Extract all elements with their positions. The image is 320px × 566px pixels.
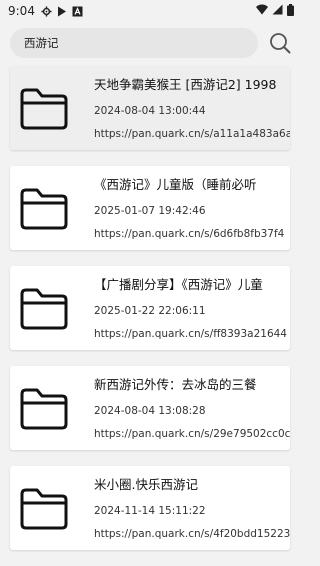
battery-icon bbox=[287, 3, 294, 19]
wifi-icon bbox=[256, 4, 268, 18]
folder-icon bbox=[18, 286, 70, 330]
folder-icon bbox=[18, 486, 70, 530]
result-list: 天地争霸美猴王 [西游记2] 1998 2024-08-04 13:00:44 ht… bbox=[10, 66, 290, 566]
result-item[interactable]: 米小圈.快乐西游记 2024-11-14 15:11:22 https://pan.… bbox=[10, 466, 290, 550]
result-date: 2024-08-04 13:08:28 bbox=[94, 405, 206, 417]
result-info: 米小圈.快乐西游记 2024-11-14 15:11:22 https://pan.… bbox=[94, 476, 290, 541]
folder-icon bbox=[18, 186, 70, 230]
font-a-icon bbox=[72, 6, 83, 17]
result-date: 2024-08-04 13:00:44 bbox=[94, 105, 206, 117]
search-icon bbox=[270, 33, 291, 54]
result-item[interactable]: 天地争霸美猴王 [西游记2] 1998 2024-08-04 13:00:44 ht… bbox=[10, 66, 290, 150]
result-item[interactable]: 《西游记》儿童版（睡前必听 2025-01-07 19:42:46 https://… bbox=[10, 166, 290, 250]
result-link[interactable]: https://pan.quark.cn/s/a11a1a483a6a bbox=[94, 127, 290, 141]
result-item[interactable]: 【广播剧分享】《西游记》儿童 2025-01-22 22:06:11 https:/… bbox=[10, 266, 290, 350]
result-link[interactable]: https://pan.quark.cn/s/4f20bdd15223 bbox=[94, 527, 290, 541]
status-bar: 9:04 bbox=[0, 0, 300, 22]
result-info: 天地争霸美猴王 [西游记2] 1998 2024-08-04 13:00:44 ht… bbox=[94, 76, 290, 141]
search-input-value: 西游记 bbox=[24, 36, 59, 50]
search-row: 西游记 bbox=[10, 28, 292, 58]
result-item[interactable]: 新西游记外传：去冰岛的三餐 2024-08-04 13:08:28 https://… bbox=[10, 366, 290, 450]
gear-icon bbox=[41, 5, 52, 17]
result-link[interactable]: https://pan.quark.cn/s/29e79502cc0c bbox=[94, 427, 290, 441]
play-icon bbox=[57, 6, 67, 17]
signal-icon bbox=[272, 4, 283, 18]
result-title: 新西游记外传：去冰岛的三餐 bbox=[94, 377, 257, 392]
result-title: 《西游记》儿童版（睡前必听 bbox=[94, 177, 257, 192]
result-date: 2025-01-22 22:06:11 bbox=[94, 305, 206, 317]
result-title: 天地争霸美猴王 [西游记2] 1998 bbox=[94, 77, 277, 92]
search-input[interactable]: 西游记 bbox=[10, 28, 258, 58]
result-info: 《西游记》儿童版（睡前必听 2025-01-07 19:42:46 https://… bbox=[94, 176, 290, 241]
result-link[interactable]: https://pan.quark.cn/s/6d6fb8fb37f4 bbox=[94, 227, 290, 241]
result-date: 2025-01-07 19:42:46 bbox=[94, 205, 206, 217]
status-time: 9:04 bbox=[8, 4, 35, 18]
result-info: 新西游记外传：去冰岛的三餐 2024-08-04 13:08:28 https://… bbox=[94, 376, 290, 441]
folder-icon bbox=[18, 86, 70, 130]
result-link[interactable]: https://pan.quark.cn/s/ff8393a21644 bbox=[94, 327, 290, 341]
result-title: 米小圈.快乐西游记 bbox=[94, 477, 198, 492]
status-right-icons bbox=[256, 3, 294, 19]
folder-icon bbox=[18, 386, 70, 430]
result-title: 【广播剧分享】《西游记》儿童 bbox=[94, 277, 263, 292]
result-date: 2024-11-14 15:11:22 bbox=[94, 505, 206, 517]
result-info: 【广播剧分享】《西游记》儿童 2025-01-22 22:06:11 https:/… bbox=[94, 276, 290, 341]
search-button[interactable] bbox=[268, 31, 292, 55]
